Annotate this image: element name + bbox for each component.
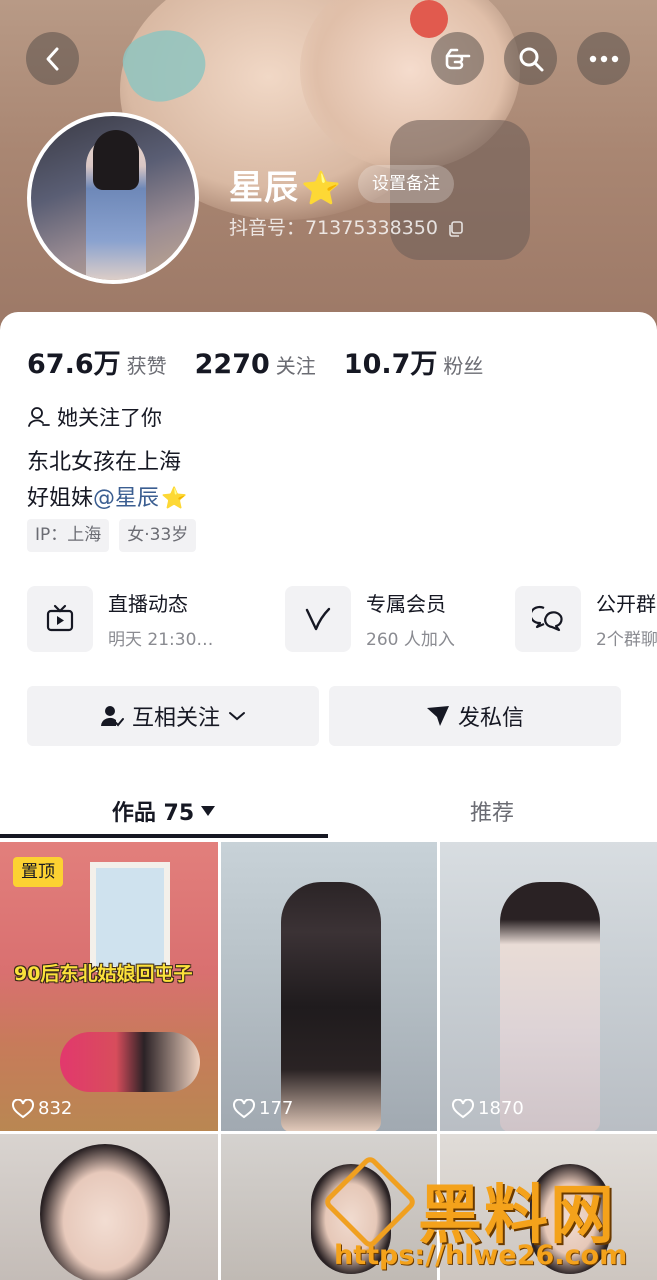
feature-subtitle: 2个群聊	[596, 630, 657, 650]
star-icon: ⭐	[161, 486, 188, 510]
hand-pointer-icon	[445, 48, 470, 69]
back-button[interactable]	[26, 32, 79, 85]
feature-membership[interactable]: 专属会员 260 人加入	[285, 586, 455, 652]
like-count: 177	[233, 1098, 293, 1119]
video-title: 90后东北姑娘回屯子	[14, 963, 193, 985]
chevron-down-icon	[229, 712, 245, 721]
like-count: 1870	[452, 1098, 524, 1119]
watermark-url: https://hlwe26.com	[334, 1240, 628, 1271]
follows-you: 她关注了你	[27, 402, 162, 432]
like-count-text: 832	[38, 1098, 73, 1119]
like-count-text: 177	[259, 1098, 294, 1119]
user-icon	[28, 407, 50, 427]
douyin-id-text: 抖音号：71375338350	[229, 217, 438, 239]
feature-group[interactable]: 公开群 2个群聊	[515, 586, 657, 652]
stat-value: 67.6万	[27, 349, 121, 380]
hand-pointer-button[interactable]	[431, 32, 484, 85]
banner-art	[410, 0, 448, 38]
chevron-left-icon	[46, 47, 58, 70]
stat-value: 2270	[194, 349, 270, 380]
tag-ip: IP：上海	[27, 519, 110, 552]
tab-recommend[interactable]: 推荐	[328, 782, 656, 840]
mutual-follow-label: 互相关注	[131, 706, 220, 731]
stats-row: 67.6万 获赞 2270 关注 10.7万 粉丝	[27, 342, 511, 381]
send-icon	[426, 706, 449, 726]
stat-label: 关注	[275, 354, 316, 378]
avatar[interactable]	[27, 112, 199, 284]
douyin-id[interactable]: 抖音号：71375338350	[229, 213, 464, 240]
stat-label: 获赞	[126, 354, 167, 378]
user-check-icon	[100, 706, 124, 727]
set-remark-button[interactable]: 设置备注	[358, 165, 454, 203]
follows-you-text: 她关注了你	[57, 406, 162, 430]
mutual-follow-button[interactable]: 互相关注	[27, 686, 319, 746]
feature-live[interactable]: 直播动态 明天 21:30…	[27, 586, 213, 652]
tab-recommend-label: 推荐	[469, 801, 514, 826]
tab-works[interactable]: 作品 75	[0, 782, 328, 840]
video-thumbnail[interactable]	[0, 1134, 218, 1280]
video-thumbnail[interactable]: 177	[221, 842, 437, 1131]
profile-name: 星辰⭐	[229, 160, 342, 209]
feature-title: 公开群	[596, 592, 656, 616]
copy-icon[interactable]	[448, 220, 464, 237]
feature-title: 直播动态	[108, 592, 188, 616]
pinned-badge: 置顶	[13, 857, 63, 887]
profile-name-text: 星辰	[229, 168, 299, 208]
stat-likes[interactable]: 67.6万 获赞	[27, 342, 167, 381]
heart-icon	[452, 1098, 474, 1118]
send-message-button[interactable]: 发私信	[329, 686, 621, 746]
search-icon	[519, 47, 543, 71]
heart-icon	[233, 1098, 255, 1118]
like-count-text: 1870	[478, 1098, 524, 1119]
bio-text: 好姐妹	[27, 486, 94, 511]
stat-label: 粉丝	[443, 354, 484, 378]
tab-works-label: 作品 75	[111, 801, 195, 826]
stat-following[interactable]: 2270 关注	[195, 349, 316, 380]
stat-followers[interactable]: 10.7万 粉丝	[344, 342, 484, 381]
tab-indicator	[0, 834, 328, 838]
v-icon	[285, 586, 351, 652]
caret-down-icon	[201, 806, 216, 816]
tags-row: IP：上海 女·33岁	[27, 519, 206, 552]
more-dots-icon	[589, 55, 618, 62]
bio-line-2: 好姐妹@星辰⭐	[27, 480, 187, 512]
tag-gender-age: 女·33岁	[119, 519, 197, 552]
chat-icon	[515, 586, 581, 652]
feature-title: 专属会员	[366, 592, 446, 616]
video-thumbnail[interactable]: 1870	[440, 842, 657, 1131]
search-button[interactable]	[504, 32, 557, 85]
star-icon: ⭐	[301, 169, 342, 207]
features-row: 直播动态 明天 21:30… 专属会员 260 人加入 公开群 2个群聊	[27, 586, 657, 654]
feature-subtitle: 260 人加入	[366, 630, 455, 650]
mention-link[interactable]: @星辰	[93, 486, 159, 511]
actions-row: 互相关注 发私信	[27, 686, 621, 746]
stat-value: 10.7万	[343, 349, 438, 380]
heart-icon	[12, 1098, 34, 1118]
content-tabs: 作品 75 推荐	[0, 782, 657, 840]
more-button[interactable]	[577, 32, 630, 85]
video-thumbnail[interactable]: 置顶 90后东北姑娘回屯子 832	[0, 842, 218, 1131]
watermark: 黑料网 https://hlwe26.com	[321, 1153, 657, 1280]
watermark-logo-icon	[321, 1153, 419, 1251]
like-count: 832	[12, 1098, 72, 1119]
bio-line-1: 东北女孩在上海	[27, 450, 182, 475]
feature-subtitle: 明天 21:30…	[108, 630, 214, 650]
send-message-label: 发私信	[457, 706, 524, 731]
tv-icon	[27, 586, 93, 652]
